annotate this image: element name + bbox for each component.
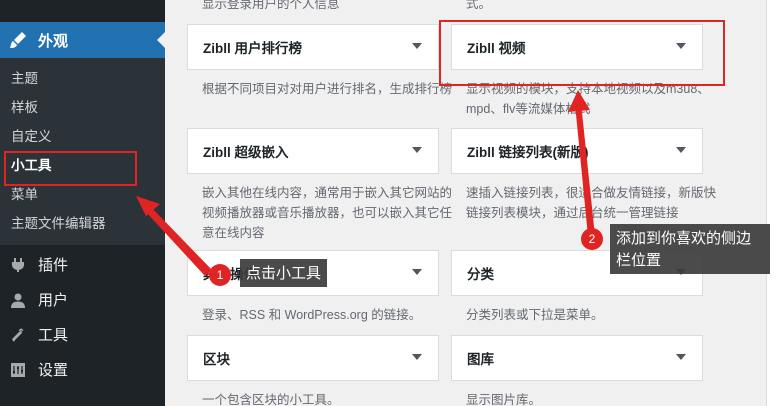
sidebar-top — [0, 0, 165, 22]
user-icon — [8, 290, 28, 310]
sidebar-item-label: 工具 — [38, 326, 69, 344]
widget-desc: 根据不同项目对对用户进行排名，生成排行榜 — [202, 82, 453, 96]
widget-gallery[interactable]: 图库 — [451, 335, 703, 381]
widget-title: Zibll 用户排行榜 — [203, 41, 302, 56]
highlight-widgets-menu — [4, 151, 137, 186]
sidebar-item-label: 插件 — [38, 256, 69, 274]
submenu-theme-editor[interactable]: 主题文件编辑器 — [0, 210, 165, 239]
step-1-tooltip: 点击小工具 — [240, 259, 328, 287]
widget-super-embed[interactable]: Zibll 超级嵌入 — [187, 128, 439, 174]
sidebar-item-tools[interactable]: 工具 — [0, 317, 165, 352]
widget-desc: 显示登录用户的个人信息 — [202, 0, 340, 11]
sidebar-item-settings[interactable]: 设置 — [0, 352, 165, 387]
widget-desc: 分类列表或下拉是菜单。 — [466, 308, 604, 322]
step-2-badge: 2 — [581, 228, 603, 250]
widget-desc: 式。 — [466, 0, 492, 11]
chevron-down-icon[interactable] — [412, 147, 422, 153]
widget-user-ranking[interactable]: Zibll 用户排行榜 — [187, 24, 439, 70]
submenu-themes[interactable]: 主题 — [0, 65, 165, 94]
chevron-down-icon[interactable] — [676, 354, 686, 360]
chevron-down-icon[interactable] — [412, 354, 422, 360]
step-1-badge: 1 — [209, 264, 231, 286]
widget-block[interactable]: 区块 — [187, 335, 439, 381]
submenu-patterns[interactable]: 样板 — [0, 94, 165, 123]
settings-icon — [8, 360, 28, 380]
step-2-line1: 添加到你喜欢的侧边 — [616, 229, 752, 247]
widget-link-list[interactable]: Zibll 链接列表(新版) — [451, 128, 703, 174]
widget-desc: 嵌入其他在线内容，通常用于嵌入其它网站的视频播放器或音乐播放器，也可以嵌入其它任… — [202, 186, 453, 240]
submenu-customize[interactable]: 自定义 — [0, 123, 165, 152]
widget-title: 图库 — [467, 352, 494, 367]
sidebar-item-plugins[interactable]: 插件 — [0, 247, 165, 282]
widget-desc: 登录、RSS 和 WordPress.org 的链接。 — [202, 308, 422, 322]
widget-title: 区块 — [203, 352, 230, 367]
step-2-line2: 栏位置 — [616, 251, 662, 269]
sidebar-item-label: 外观 — [38, 31, 69, 50]
wrench-icon — [8, 325, 28, 345]
chevron-down-icon[interactable] — [412, 43, 422, 49]
chevron-down-icon[interactable] — [412, 269, 422, 275]
widget-title: 分类 — [467, 267, 494, 282]
highlight-video-widget — [439, 20, 725, 86]
admin-sidebar: 外观 主题 样板 自定义 小工具 菜单 主题文件编辑器 插件 用户 工具 设置 — [0, 0, 165, 406]
widget-title: Zibll 超级嵌入 — [203, 145, 289, 160]
paintbrush-icon — [8, 30, 28, 50]
widget-desc: 显示图片库。 — [466, 393, 542, 406]
step-2-tooltip: 添加到你喜欢的侧边 栏位置 — [610, 224, 770, 274]
sidebar-item-label: 用户 — [38, 291, 69, 309]
widget-desc: 一个包含区块的小工具。 — [202, 393, 340, 406]
sidebar-item-appearance[interactable]: 外观 — [0, 22, 165, 58]
current-notch — [157, 32, 165, 48]
plugin-icon — [8, 255, 28, 275]
widget-desc: 速插入链接列表，很适合做友情链接，新版快链接列表模块，通过后台统一管理链接 — [466, 186, 717, 220]
sidebar-drop-zone[interactable] — [766, 0, 782, 406]
chevron-down-icon[interactable] — [676, 147, 686, 153]
widget-title: Zibll 链接列表(新版) — [467, 145, 589, 160]
sidebar-item-label: 设置 — [38, 361, 69, 379]
sidebar-item-users[interactable]: 用户 — [0, 282, 165, 317]
